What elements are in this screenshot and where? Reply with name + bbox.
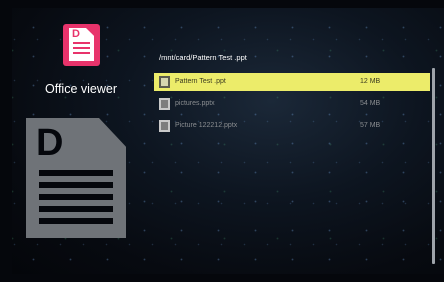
file-size: 54 MB — [360, 100, 381, 107]
presentation-file-icon — [159, 120, 170, 132]
file-list-scrollbar[interactable] — [432, 68, 435, 264]
file-size: 57 MB — [360, 122, 381, 129]
file-name: Pattern Test .ppt — [175, 78, 226, 85]
file-name: Picture 122212.pptx — [175, 122, 238, 129]
office-doc-icon: D — [63, 24, 100, 66]
presentation-file-icon — [159, 98, 170, 110]
document-watermark-icon: D — [26, 118, 126, 238]
presentation-file-icon — [159, 76, 170, 88]
app-title: Office viewer — [44, 82, 117, 96]
current-path: /mnt/card/Pattern Test .ppt — [159, 53, 247, 62]
file-row[interactable]: pictures.pptx 54 MB — [154, 95, 430, 113]
file-size: 12 MB — [360, 78, 381, 85]
file-name: pictures.pptx — [175, 100, 215, 107]
file-row[interactable]: Pattern Test .ppt 12 MB — [154, 73, 430, 91]
file-row[interactable]: Picture 122212.pptx 57 MB — [154, 117, 430, 135]
